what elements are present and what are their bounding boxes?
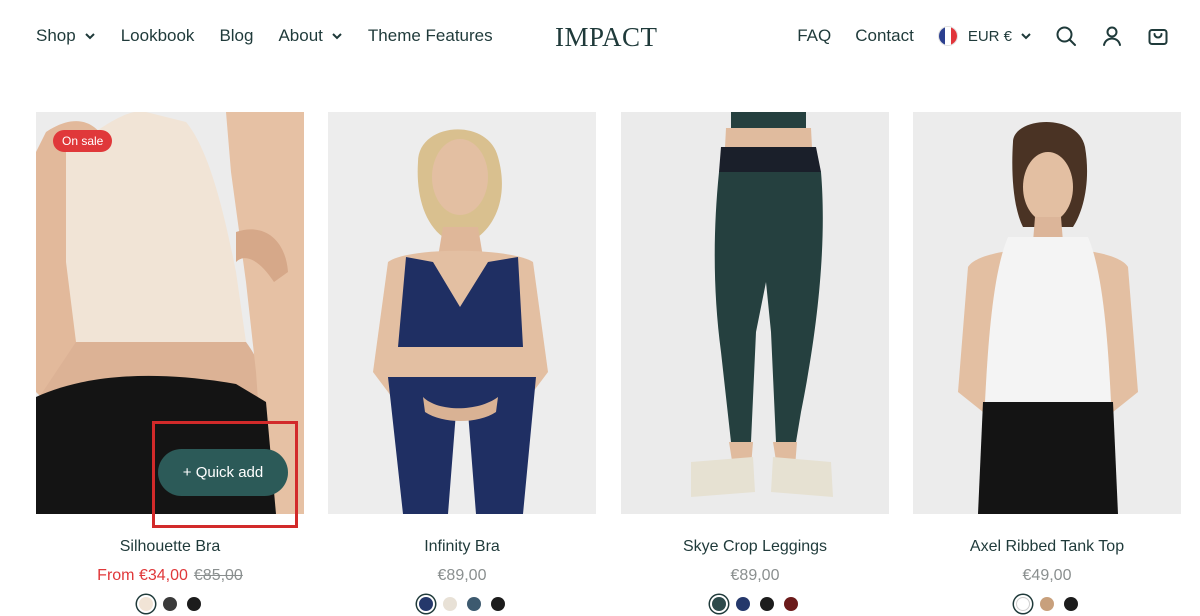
color-swatch[interactable] <box>491 597 505 611</box>
price: €49,00 <box>1022 567 1072 584</box>
nav-contact[interactable]: Contact <box>855 26 914 46</box>
color-swatch[interactable] <box>443 597 457 611</box>
color-swatches <box>621 597 889 611</box>
nav-lookbook-label: Lookbook <box>120 26 195 45</box>
nav-shop-label: Shop <box>36 26 76 45</box>
product-title[interactable]: Infinity Bra <box>328 538 596 556</box>
product-photo <box>621 112 889 514</box>
secondary-nav: FAQ Contact EUR € <box>773 24 1170 48</box>
color-swatch[interactable] <box>467 597 481 611</box>
sale-price: From €34,00 <box>97 567 188 584</box>
product-title[interactable]: Skye Crop Leggings <box>621 538 889 556</box>
price: €89,00 <box>437 567 487 584</box>
cart-icon[interactable] <box>1146 24 1170 48</box>
color-swatches <box>36 597 304 611</box>
product-image[interactable] <box>328 112 596 514</box>
chevron-down-icon <box>84 33 95 40</box>
color-swatch[interactable] <box>1040 597 1054 611</box>
nav-blog[interactable]: Blog <box>219 26 253 46</box>
nav-lookbook[interactable]: Lookbook <box>121 26 195 46</box>
product-grid: On sale + Quick add Silhouette Bra From … <box>36 112 1181 616</box>
search-icon[interactable] <box>1054 24 1078 48</box>
product-image[interactable] <box>621 112 889 514</box>
nav-about[interactable]: About <box>278 26 342 46</box>
product-photo <box>913 112 1181 514</box>
nav-faq-label: FAQ <box>797 26 832 45</box>
chevron-down-icon <box>332 33 342 40</box>
product-image[interactable] <box>913 112 1181 514</box>
product-card[interactable]: Infinity Bra €89,00 <box>328 112 596 611</box>
color-swatch[interactable] <box>1064 597 1078 611</box>
price-row: €89,00 <box>328 567 596 585</box>
compare-price: €85,00 <box>193 567 243 584</box>
on-sale-badge: On sale <box>53 130 113 152</box>
color-swatch[interactable] <box>784 597 798 611</box>
color-swatch[interactable] <box>736 597 750 611</box>
color-swatch[interactable] <box>139 597 153 611</box>
product-image[interactable]: On sale + Quick add <box>36 112 304 514</box>
primary-nav: Shop Lookbook Blog About Theme Features <box>36 26 518 46</box>
nav-faq[interactable]: FAQ <box>797 26 831 46</box>
product-photo <box>328 112 596 514</box>
product-title[interactable]: Silhouette Bra <box>36 538 304 556</box>
color-swatch[interactable] <box>187 597 201 611</box>
nav-theme-features[interactable]: Theme Features <box>368 26 493 46</box>
product-card[interactable]: Axel Ribbed Tank Top €49,00 <box>913 112 1181 611</box>
price-row: From €34,00 €85,00 <box>36 567 304 585</box>
nav-shop[interactable]: Shop <box>36 26 96 46</box>
nav-contact-label: Contact <box>855 26 914 45</box>
nav-theme-features-label: Theme Features <box>367 26 493 45</box>
product-card[interactable]: On sale + Quick add Silhouette Bra From … <box>36 112 304 611</box>
product-title[interactable]: Axel Ribbed Tank Top <box>913 538 1181 556</box>
color-swatch[interactable] <box>712 597 726 611</box>
france-flag-icon <box>937 26 958 46</box>
quick-add-button[interactable]: + Quick add <box>158 449 288 496</box>
currency-selector[interactable]: EUR € <box>937 26 1032 46</box>
nav-blog-label: Blog <box>219 26 254 45</box>
color-swatch[interactable] <box>419 597 433 611</box>
color-swatches <box>913 597 1181 611</box>
currency-label: EUR € <box>967 27 1012 45</box>
price-row: €49,00 <box>913 567 1181 585</box>
price-row: €89,00 <box>621 567 889 585</box>
color-swatch[interactable] <box>760 597 774 611</box>
store-logo[interactable]: IMPACT <box>555 22 658 53</box>
header: Shop Lookbook Blog About Theme Features … <box>0 0 1200 78</box>
color-swatch[interactable] <box>1016 597 1030 611</box>
color-swatch[interactable] <box>163 597 177 611</box>
chevron-down-icon <box>1021 33 1031 40</box>
nav-about-label: About <box>278 26 323 45</box>
account-icon[interactable] <box>1100 24 1124 48</box>
product-card[interactable]: Skye Crop Leggings €89,00 <box>621 112 889 611</box>
color-swatches <box>328 597 596 611</box>
price: €89,00 <box>730 567 780 584</box>
